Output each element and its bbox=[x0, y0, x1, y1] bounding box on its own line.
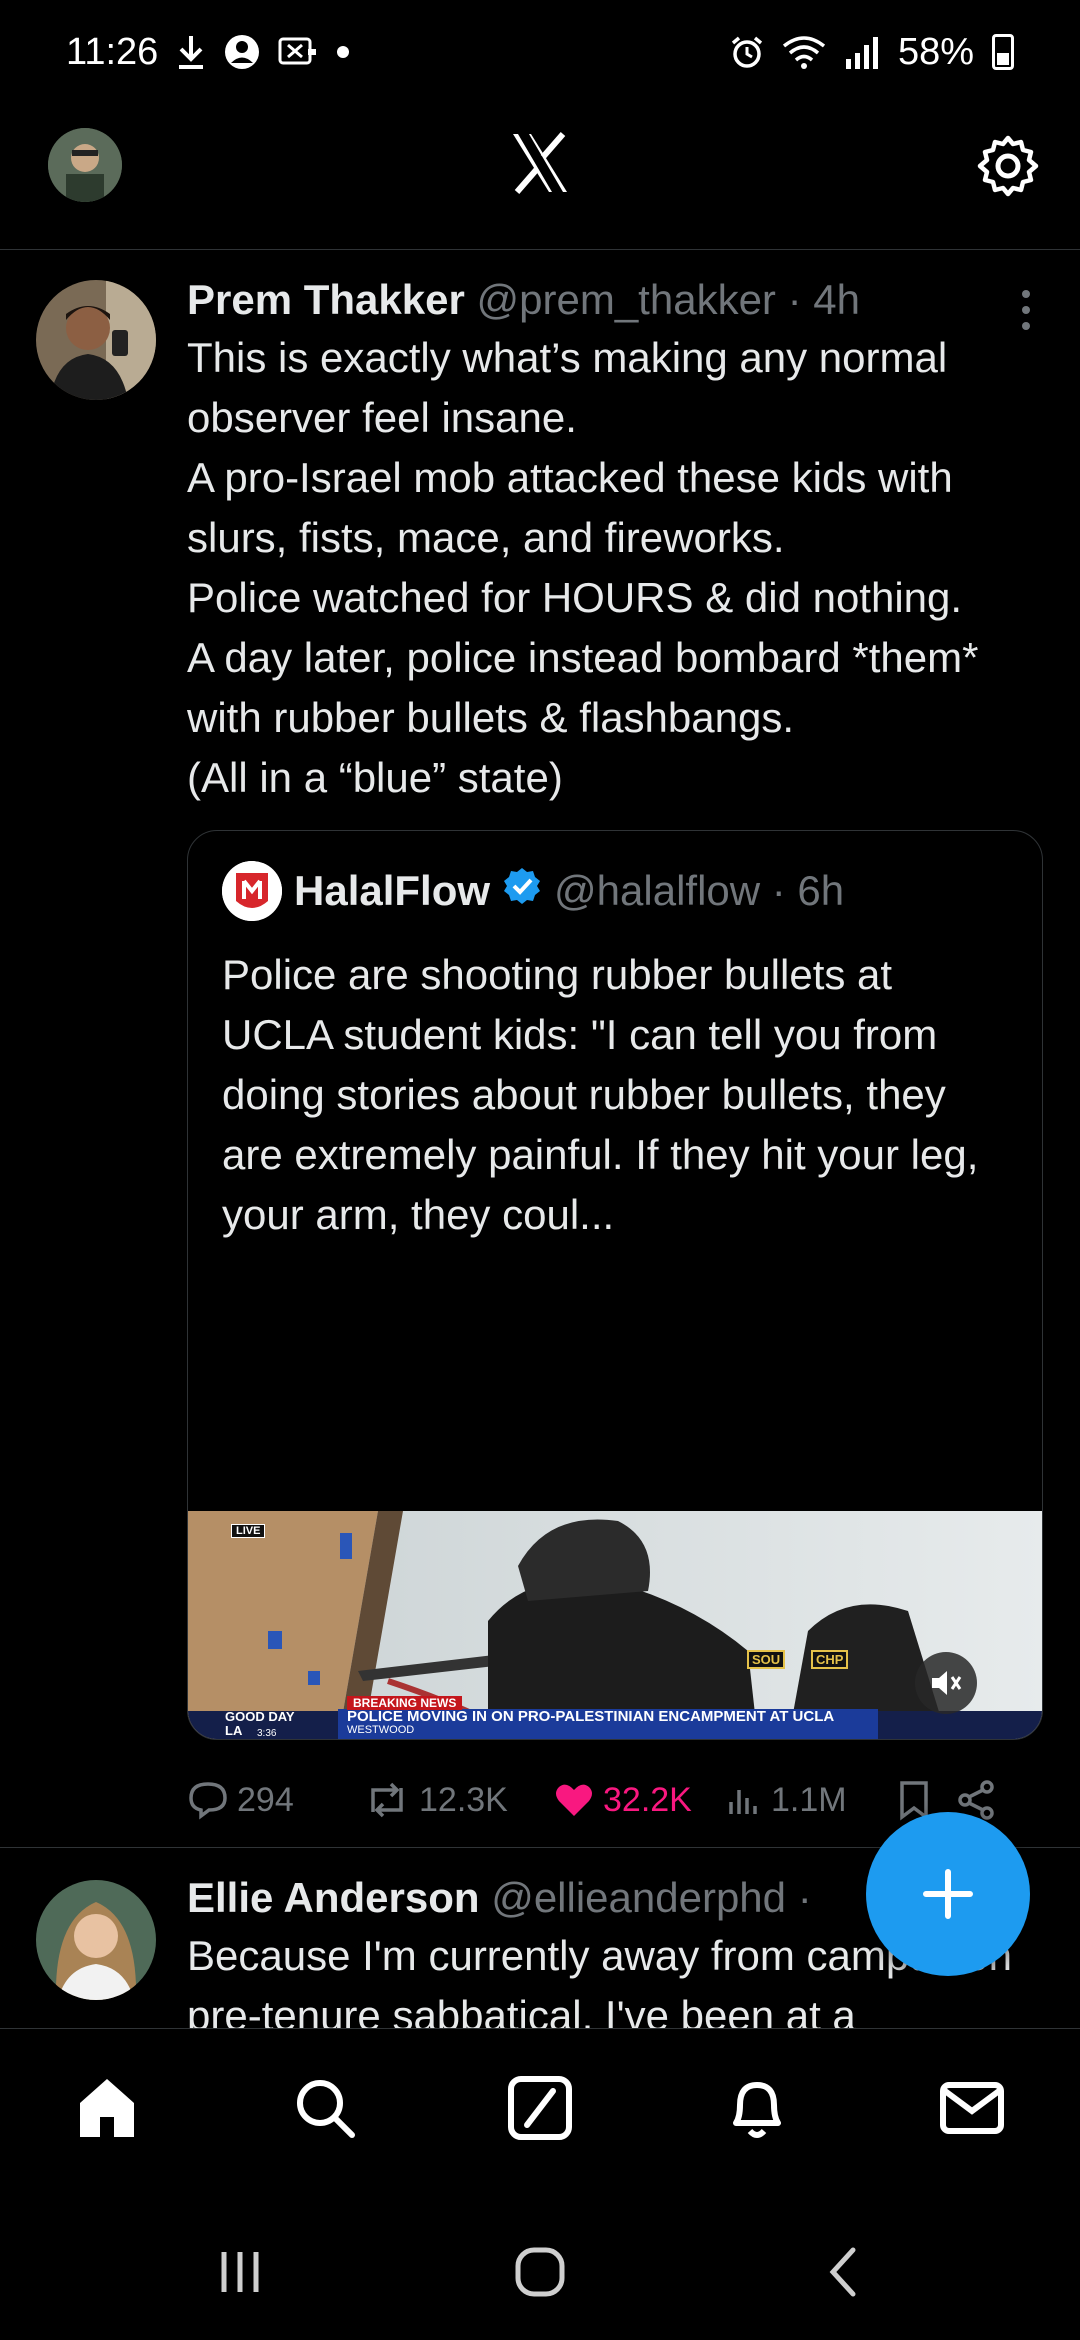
clock: 11:26 bbox=[66, 30, 159, 73]
back-icon[interactable] bbox=[815, 2242, 875, 2302]
compose-button[interactable] bbox=[866, 1812, 1030, 1976]
bottom-tab-bar bbox=[0, 2028, 1080, 2198]
author-avatar-image bbox=[36, 1880, 156, 2000]
views-icon bbox=[729, 1790, 757, 1814]
alarm-icon bbox=[730, 32, 764, 72]
quoted-media-video[interactable] bbox=[188, 1511, 1042, 1739]
account-circle-icon bbox=[224, 32, 260, 72]
status-left: 11:26 bbox=[66, 31, 350, 74]
status-right: 58% bbox=[730, 31, 1014, 74]
tweet-text: This is exactly what’s making any normal… bbox=[187, 334, 979, 801]
video-frame bbox=[188, 1511, 1042, 1739]
reply-button[interactable]: 294 bbox=[187, 1780, 363, 1820]
tweet-meta: Prem Thakker @prem_thakker · 4h bbox=[187, 272, 1047, 328]
tweet[interactable]: Prem Thakker @prem_thakker · 4h This is … bbox=[0, 252, 1080, 1848]
more-options-icon[interactable] bbox=[1020, 288, 1032, 332]
quoted-tweet[interactable]: HalalFlow @halalflow · 6h Police are sho… bbox=[187, 830, 1043, 1740]
wifi-icon bbox=[782, 32, 826, 72]
messages-icon[interactable] bbox=[937, 2073, 1007, 2143]
system-navigation-bar bbox=[0, 2198, 1080, 2340]
profile-avatar-button[interactable] bbox=[48, 128, 122, 202]
dot-icon bbox=[336, 32, 350, 72]
status-bar: 11:26 58% bbox=[0, 0, 1080, 104]
author-avatar-image bbox=[36, 280, 156, 400]
quoted-author-handle: @halalflow · 6h bbox=[554, 867, 845, 914]
signal-icon bbox=[844, 32, 880, 72]
tweet-body: Prem Thakker @prem_thakker · 4h This is … bbox=[187, 272, 1047, 808]
views-button[interactable]: 1.1M bbox=[727, 1780, 897, 1820]
screen-record-icon bbox=[278, 32, 318, 72]
quoted-tweet-meta: HalalFlow @halalflow · 6h bbox=[222, 861, 844, 921]
verified-badge-icon bbox=[502, 866, 542, 916]
author-handle: @prem_thakker · 4h bbox=[476, 276, 860, 323]
notifications-icon[interactable] bbox=[722, 2073, 792, 2143]
repost-count: 12.3K bbox=[419, 1780, 508, 1819]
quoted-author-name[interactable]: HalalFlow bbox=[294, 867, 490, 915]
author-handle: @ellieanderphd · bbox=[491, 1874, 812, 1921]
recents-icon[interactable] bbox=[210, 2242, 270, 2302]
battery-percent: 58% bbox=[897, 30, 974, 73]
profile-avatar-image bbox=[48, 128, 122, 202]
grok-icon[interactable] bbox=[505, 2073, 575, 2143]
author-name[interactable]: Prem Thakker bbox=[187, 276, 465, 323]
search-icon[interactable] bbox=[290, 2073, 360, 2143]
like-count: 32.2K bbox=[603, 1780, 692, 1819]
author-avatar[interactable] bbox=[36, 1880, 156, 2000]
reply-count: 294 bbox=[237, 1780, 294, 1819]
heart-filled-icon bbox=[556, 1784, 592, 1816]
download-icon bbox=[176, 32, 206, 72]
gear-icon[interactable] bbox=[976, 134, 1040, 198]
x-logo-icon bbox=[507, 130, 573, 196]
home-icon[interactable] bbox=[72, 2073, 142, 2143]
reply-icon bbox=[189, 1782, 227, 1820]
author-avatar[interactable] bbox=[36, 280, 156, 400]
quoted-tweet-text: Police are shooting rubber bullets at UC… bbox=[222, 951, 979, 1238]
like-button[interactable]: 32.2K bbox=[553, 1780, 727, 1820]
halalflow-logo-icon bbox=[222, 861, 282, 921]
repost-icon bbox=[371, 1782, 403, 1818]
battery-icon bbox=[992, 34, 1014, 70]
top-header bbox=[0, 104, 1080, 250]
mute-icon[interactable] bbox=[915, 1652, 977, 1714]
author-name[interactable]: Ellie Anderson bbox=[187, 1874, 480, 1921]
views-count: 1.1M bbox=[771, 1780, 847, 1819]
repost-button[interactable]: 12.3K bbox=[363, 1780, 553, 1820]
home-button-icon[interactable] bbox=[510, 2242, 570, 2302]
plus-icon bbox=[923, 1869, 973, 1919]
